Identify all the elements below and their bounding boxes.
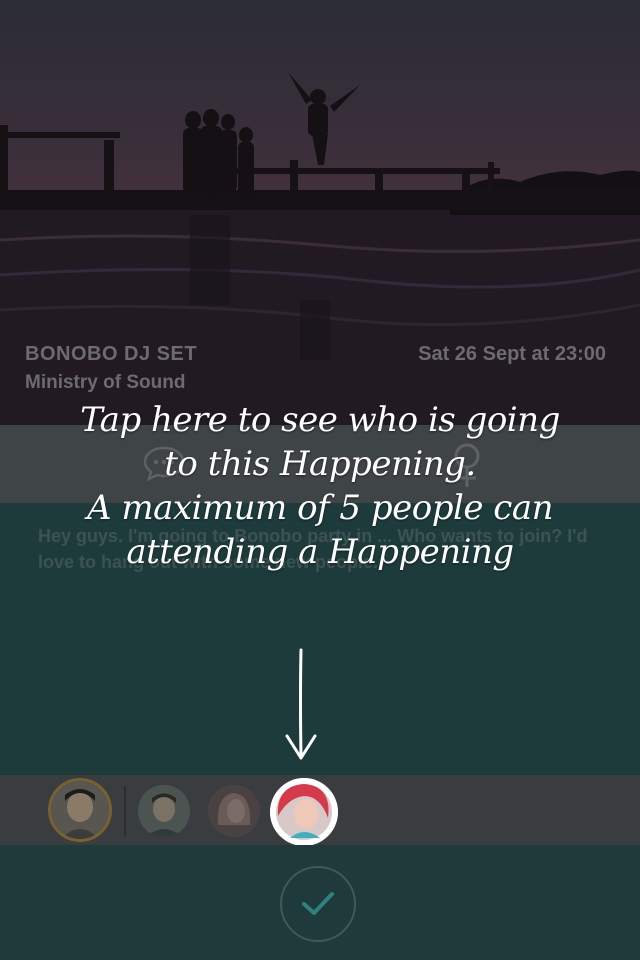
avatar-host[interactable] <box>48 778 112 842</box>
avatar-attendee-2-image <box>208 785 260 837</box>
avatar-attendee-1[interactable] <box>138 785 190 837</box>
tutorial-line-3: A maximum of 5 people can <box>86 488 554 528</box>
tutorial-line-1: Tap here to see who is going <box>80 400 560 440</box>
event-hero-image: BONOBO DJ SET Ministry of Sound Sat 26 S… <box>0 0 640 425</box>
tutorial-line-4: attending a Happening <box>126 532 514 572</box>
avatar-host-image <box>51 781 109 839</box>
avatar-attendee-3-selected[interactable] <box>270 778 338 846</box>
checkmark-icon <box>302 892 334 915</box>
arrow-down-icon <box>285 648 317 760</box>
avatar-attendee-1-image <box>138 785 190 837</box>
event-venue: Ministry of Sound <box>25 372 186 393</box>
tutorial-overlay-text: Tap here to see who is going to this Hap… <box>40 398 600 574</box>
confirm-button[interactable] <box>280 866 356 942</box>
event-date: Sat 26 Sept at 23:00 <box>418 343 606 365</box>
avatar-attendee-2[interactable] <box>208 785 260 837</box>
avatar-attendee-3-image <box>270 778 338 846</box>
tutorial-line-2: to this Happening. <box>164 444 476 484</box>
event-title: BONOBO DJ SET <box>25 343 198 365</box>
avatar-divider <box>124 786 126 836</box>
